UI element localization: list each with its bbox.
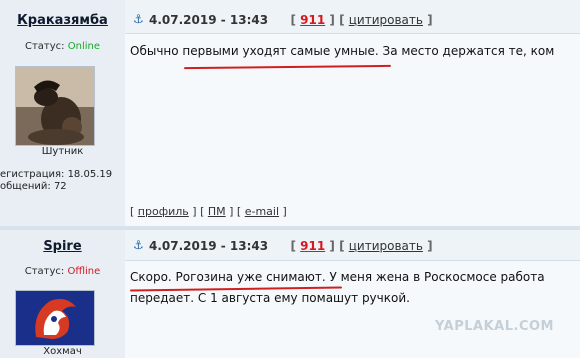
highlight-underline [183,64,392,70]
post-date: 4.07.2019 - 13:43 [ 911 ] [ цитировать ] [149,239,433,253]
status-online-badge: Online [67,41,100,52]
message-count: общений: 72 [0,181,67,192]
status-line: Статус: Online [0,41,125,52]
post-text-line-1: Скоро. Рогозина уже снимают. У меня жена… [130,270,545,284]
status-line: Статус: Offline [0,266,125,277]
post-2: Spire Статус: Offline Хохмач ⚓ 4.07.2019… [0,230,580,358]
post-date-text: 4.07.2019 - 13:43 [149,13,269,27]
post-1: Краказямба Статус: Online Шутник егистра… [0,0,580,230]
post-text-line-2: передает. С 1 августа ему помашут ручкой… [130,291,410,305]
avatar[interactable] [15,290,95,346]
status-label: Статус: [25,41,65,52]
post-text: Обычно первыми уходят самые умные. За ме… [130,44,555,58]
registration-date: егистрация: 18.05.19 [0,169,113,180]
avatar-caption: Шутник [41,146,84,157]
profile-link[interactable]: профиль [138,205,189,218]
rating-link[interactable]: 911 [300,239,325,253]
status-offline-badge: Offline [67,266,101,277]
post-date-text: 4.07.2019 - 13:43 [149,239,269,253]
author-name[interactable]: Краказямба [0,13,125,28]
author-name[interactable]: Spire [0,239,125,254]
post-date: 4.07.2019 - 13:43 [ 911 ] [ цитировать ] [149,13,433,27]
status-label: Статус: [24,266,65,277]
pm-link[interactable]: ПМ [208,205,226,218]
avatar[interactable] [15,66,95,146]
cite-link[interactable]: цитировать [349,239,423,253]
cite-link[interactable]: цитировать [349,13,423,27]
rating-link[interactable]: 911 [300,13,325,27]
avatar-caption: Хохмач [43,346,82,357]
watermark-logo: YAPLAKAL.COM [435,319,554,334]
post-footer-links: [ профиль ] [ ПМ ] [ e-mail ] [130,205,287,218]
anchor-icon[interactable]: ⚓ [133,238,144,252]
anchor-icon[interactable]: ⚓ [133,12,144,26]
email-link[interactable]: e-mail [245,205,279,218]
